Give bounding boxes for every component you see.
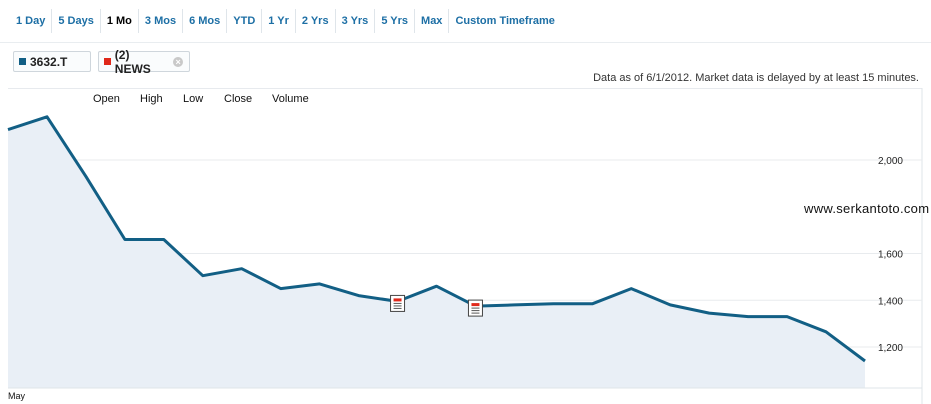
- volume-label: Volume: [272, 93, 309, 105]
- high-label: High: [140, 93, 163, 105]
- tab-1-yr[interactable]: 1 Yr: [262, 9, 296, 33]
- divider: [0, 42, 931, 43]
- tab-6-mos[interactable]: 6 Mos: [183, 9, 228, 33]
- x-axis-label: May: [8, 391, 26, 401]
- price-area: [8, 116, 865, 389]
- close-label: Close: [224, 93, 253, 105]
- tab-max[interactable]: Max: [415, 9, 450, 33]
- tab-5-days[interactable]: 5 Days: [52, 9, 101, 33]
- tab-ytd[interactable]: YTD: [227, 9, 263, 33]
- y-axis-ticks: 2,000 1,600 1,400 1,200: [878, 156, 903, 354]
- data-as-of-note: Data as of 6/1/2012. Market data is dela…: [593, 72, 919, 84]
- open-label: Open: [93, 93, 120, 105]
- watermark-text: www.serkantoto.com: [804, 201, 930, 216]
- tab-2-yrs[interactable]: 2 Yrs: [296, 9, 336, 33]
- price-chart: 2,000 1,600 1,400 1,200 May: [7, 88, 923, 404]
- tab-5-yrs[interactable]: 5 Yrs: [375, 9, 416, 33]
- symbol-swatch: [19, 58, 26, 65]
- symbol-legend[interactable]: 3632.T: [13, 51, 91, 72]
- tab-1-mo[interactable]: 1 Mo: [101, 9, 139, 33]
- symbol-label: 3632.T: [30, 54, 68, 69]
- y-tick-label: 1,200: [878, 343, 903, 354]
- news-legend[interactable]: (2) NEWS ×: [98, 48, 190, 76]
- y-tick-label: 1,600: [878, 250, 903, 261]
- tab-custom-timeframe[interactable]: Custom Timeframe: [449, 9, 560, 33]
- news-label: (2) NEWS: [114, 47, 151, 76]
- low-label: Low: [183, 93, 204, 105]
- tab-3-yrs[interactable]: 3 Yrs: [336, 9, 376, 33]
- tab-1-day[interactable]: 1 Day: [10, 9, 53, 33]
- timeframe-tabs: 1 Day 5 Days 1 Mo 3 Mos 6 Mos YTD 1 Yr 2 Yrs 3 Y…: [10, 9, 561, 33]
- y-tick-label: 2,000: [878, 156, 903, 167]
- news-marker-icon[interactable]: [467, 299, 483, 317]
- close-icon[interactable]: ×: [173, 56, 183, 67]
- news-swatch: [104, 58, 111, 65]
- tab-3-mos[interactable]: 3 Mos: [139, 9, 184, 33]
- y-tick-label: 1,400: [878, 296, 903, 307]
- news-marker-icon[interactable]: [390, 294, 406, 312]
